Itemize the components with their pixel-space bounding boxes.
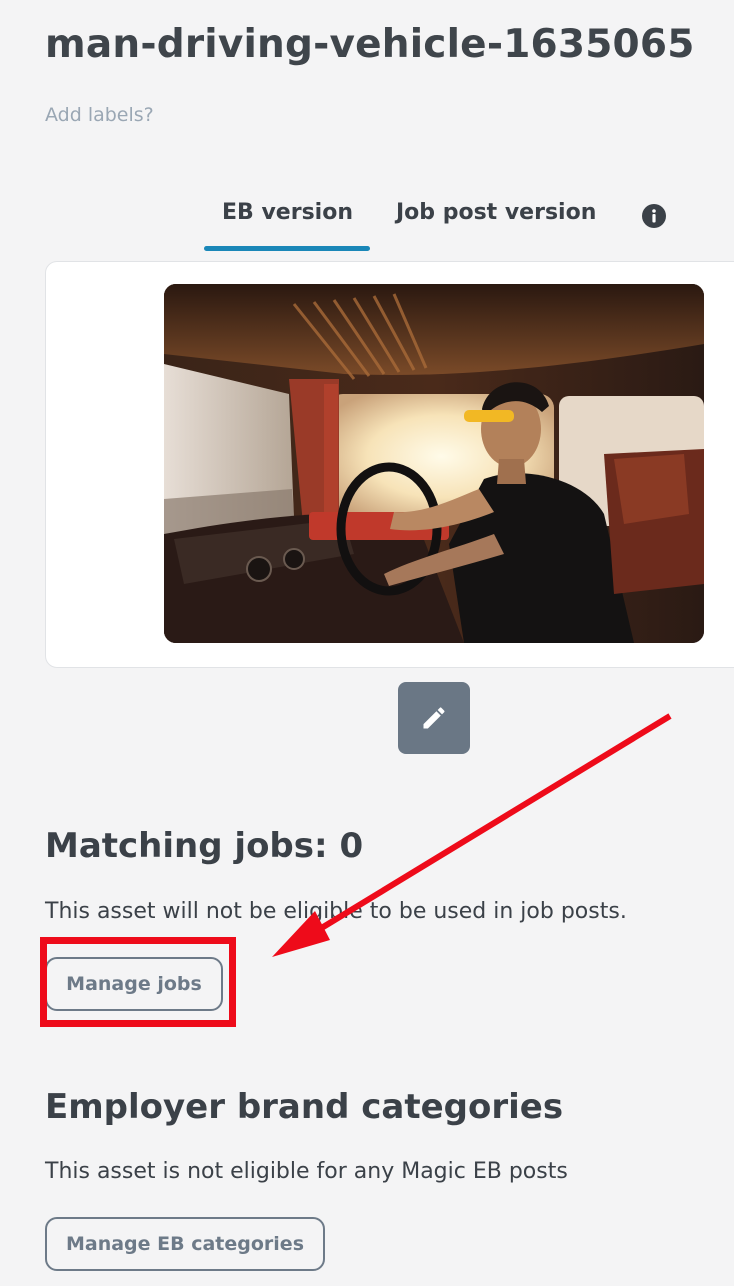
annotation-arrow (272, 713, 672, 957)
